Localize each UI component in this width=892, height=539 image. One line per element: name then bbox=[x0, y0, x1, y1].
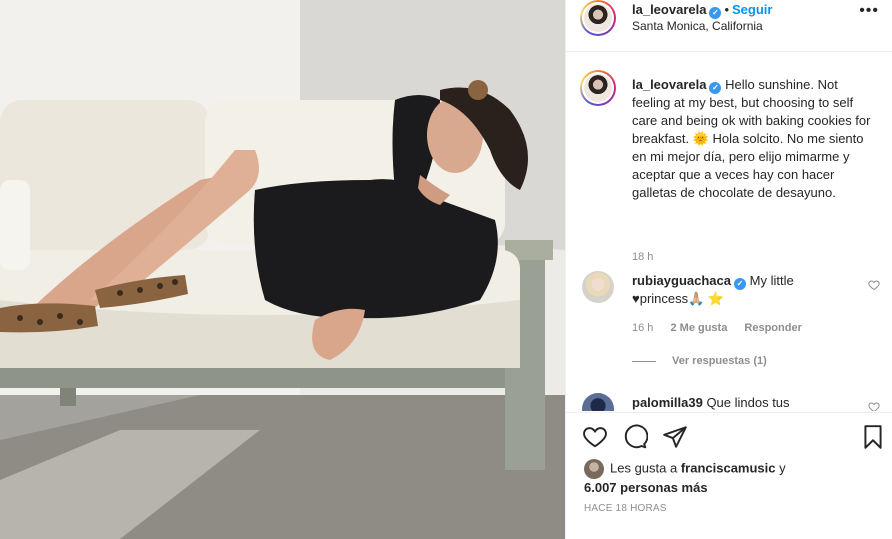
post-header: la_leovarela ✓ • Seguir Santa Monica, Calif… bbox=[566, 0, 892, 52]
bookmark-icon[interactable] bbox=[860, 424, 888, 452]
comment-icon[interactable] bbox=[622, 424, 650, 452]
follow-button[interactable]: Seguir bbox=[732, 2, 772, 17]
likes-summary: Les gusta a franciscamusic y 6.007 perso… bbox=[584, 459, 824, 497]
view-replies-button[interactable]: Ver respuestas (1) bbox=[632, 355, 767, 367]
header-user-line: la_leovarela ✓ • Seguir bbox=[632, 2, 772, 19]
caption-timestamp[interactable]: 18 h bbox=[632, 251, 653, 263]
avatar[interactable] bbox=[584, 4, 612, 32]
caption-username[interactable]: la_leovarela bbox=[632, 77, 706, 92]
comment-likes-count[interactable]: 2 Me gusta bbox=[670, 322, 727, 334]
liker-avatar[interactable] bbox=[584, 459, 604, 479]
comment-body: Que lindos tus bbox=[706, 395, 790, 410]
liker-username[interactable]: franciscamusic bbox=[681, 460, 776, 475]
likes-count[interactable]: 6.007 personas más bbox=[584, 480, 708, 495]
comment-avatar[interactable] bbox=[582, 271, 614, 303]
heart-icon[interactable] bbox=[582, 424, 610, 452]
post-side-panel: la_leovarela ✓ • Seguir Santa Monica, Calif… bbox=[565, 0, 892, 539]
caption-text: la_leovarela ✓ Hello sunshine. Not feelin… bbox=[632, 76, 877, 202]
comment-like-heart-icon[interactable] bbox=[868, 401, 880, 411]
comment-username[interactable]: palomilla39 bbox=[632, 395, 703, 410]
likes-connector: y bbox=[779, 460, 786, 476]
header-username[interactable]: la_leovarela bbox=[632, 2, 706, 17]
view-replies-label: Ver respuestas (1) bbox=[672, 355, 767, 367]
verified-badge-icon: ✓ bbox=[709, 7, 722, 19]
comment-text: rubiayguachaca ✓ My little ♥princess🙏🏼 ⭐ bbox=[632, 272, 852, 308]
reply-button[interactable]: Responder bbox=[744, 322, 801, 334]
caption-avatar[interactable] bbox=[584, 74, 612, 102]
separator-dot: • bbox=[724, 2, 730, 17]
comment-username[interactable]: rubiayguachaca bbox=[632, 273, 731, 288]
comments-list[interactable]: la_leovarela ✓ Hello sunshine. Not feelin… bbox=[566, 53, 892, 411]
comment-like-heart-icon[interactable] bbox=[868, 279, 880, 294]
verified-badge-icon: ✓ bbox=[734, 278, 746, 290]
comment-text: palomilla39 Que lindos tus bbox=[632, 394, 852, 411]
comment-timestamp[interactable]: 16 h bbox=[632, 322, 653, 334]
comment-avatar[interactable] bbox=[582, 393, 614, 411]
more-options-icon[interactable]: ••• bbox=[859, 2, 879, 20]
location-link[interactable]: Santa Monica, California bbox=[632, 19, 763, 33]
share-icon[interactable] bbox=[662, 424, 690, 452]
caption-body: Hello sunshine. Not feeling at my best, … bbox=[632, 77, 871, 200]
likes-prefix: Les gusta a bbox=[610, 460, 678, 476]
post-photo[interactable] bbox=[0, 0, 565, 539]
replies-divider bbox=[632, 360, 656, 362]
photo-illustration bbox=[0, 0, 565, 539]
post-timestamp[interactable]: HACE 18 HORAS bbox=[584, 503, 667, 514]
verified-badge-icon: ✓ bbox=[709, 82, 722, 94]
post-actions: Les gusta a franciscamusic y 6.007 perso… bbox=[566, 412, 892, 539]
comment-meta: 16 h 2 Me gusta Responder bbox=[632, 322, 816, 334]
